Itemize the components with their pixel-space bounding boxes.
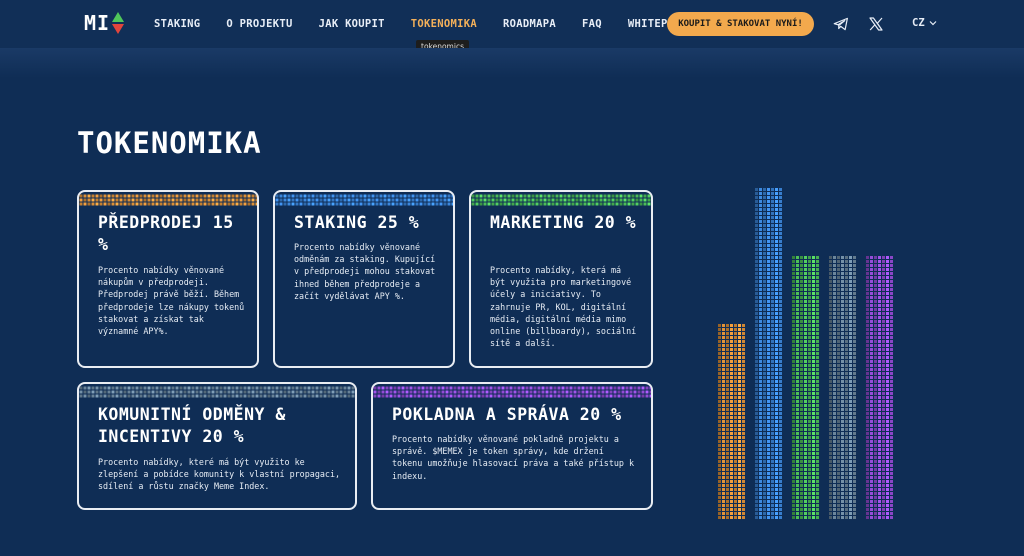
tokenomics-card-marketing: MARKETING 20 % Procento nabídky, která m… xyxy=(469,190,653,368)
page-title: TOKENOMIKA xyxy=(77,126,262,160)
nav-link-o-projektu[interactable]: O PROJEKTU xyxy=(226,18,292,30)
chevron-down-icon xyxy=(929,21,937,26)
top-nav: MI STAKING O PROJEKTU JAK KOUPIT TOKENOMIKA… xyxy=(0,0,1024,48)
language-label: CZ xyxy=(912,17,925,29)
bar-3 xyxy=(829,256,856,519)
logo-text: MI xyxy=(84,11,111,35)
tokenomics-bar-chart xyxy=(718,188,893,519)
card-pixel-strip xyxy=(275,192,453,206)
nav-link-jak-koupit[interactable]: JAK KOUPIT xyxy=(319,18,385,30)
card-title: POKLADNA A SPRÁVA 20 % xyxy=(392,405,622,424)
bar-1 xyxy=(755,188,782,519)
tokenomics-card-staking: STAKING 25 % Procento nabídky věnované o… xyxy=(273,190,455,368)
card-body: Procento nabídky věnované pokladně proje… xyxy=(392,434,635,481)
logo[interactable]: MI xyxy=(84,11,125,35)
language-selector[interactable]: CZ xyxy=(912,17,938,29)
card-title: KOMUNITNÍ ODMĚNY & INCENTIVY 20 % xyxy=(98,405,286,446)
nav-link-faq[interactable]: FAQ xyxy=(582,18,602,30)
card-pixel-strip xyxy=(79,384,355,398)
logo-arrows-icon xyxy=(112,12,125,34)
nav-link-tokenomika[interactable]: TOKENOMIKA xyxy=(411,18,477,30)
telegram-icon[interactable] xyxy=(832,15,850,33)
card-pixel-strip xyxy=(373,384,651,398)
card-pixel-strip xyxy=(79,192,257,206)
bar-4 xyxy=(866,256,893,519)
tokenomics-card-presale: PŘEDPRODEJ 15 % Procento nabídky věnovan… xyxy=(77,190,259,368)
card-title: STAKING 25 % xyxy=(294,213,420,232)
card-title: PŘEDPRODEJ 15 % xyxy=(98,213,234,254)
x-twitter-icon[interactable] xyxy=(867,15,885,33)
card-body: Procento nabídky, které má být využito k… xyxy=(98,457,341,492)
tokenomics-card-treasury: POKLADNA A SPRÁVA 20 % Procento nabídky … xyxy=(371,382,653,510)
buy-stake-button[interactable]: KOUPIT & STAKOVAT NYNÍ! xyxy=(667,12,814,36)
card-title: MARKETING 20 % xyxy=(490,213,637,232)
tokenomics-card-community: KOMUNITNÍ ODMĚNY & INCENTIVY 20 % Procen… xyxy=(77,382,357,510)
card-body: Procento nabídky, která má být využita p… xyxy=(490,265,637,349)
card-body: Procento nabídky věnované nákupům v před… xyxy=(98,265,245,337)
bar-0 xyxy=(718,324,745,519)
header-band xyxy=(0,48,1024,78)
nav-link-roadmapa[interactable]: ROADMAPA xyxy=(503,18,556,30)
nav-link-staking[interactable]: STAKING xyxy=(154,18,200,30)
card-pixel-strip xyxy=(471,192,651,206)
bar-2 xyxy=(792,256,819,519)
card-body: Procento nabídky věnované odměnám za sta… xyxy=(294,242,436,301)
